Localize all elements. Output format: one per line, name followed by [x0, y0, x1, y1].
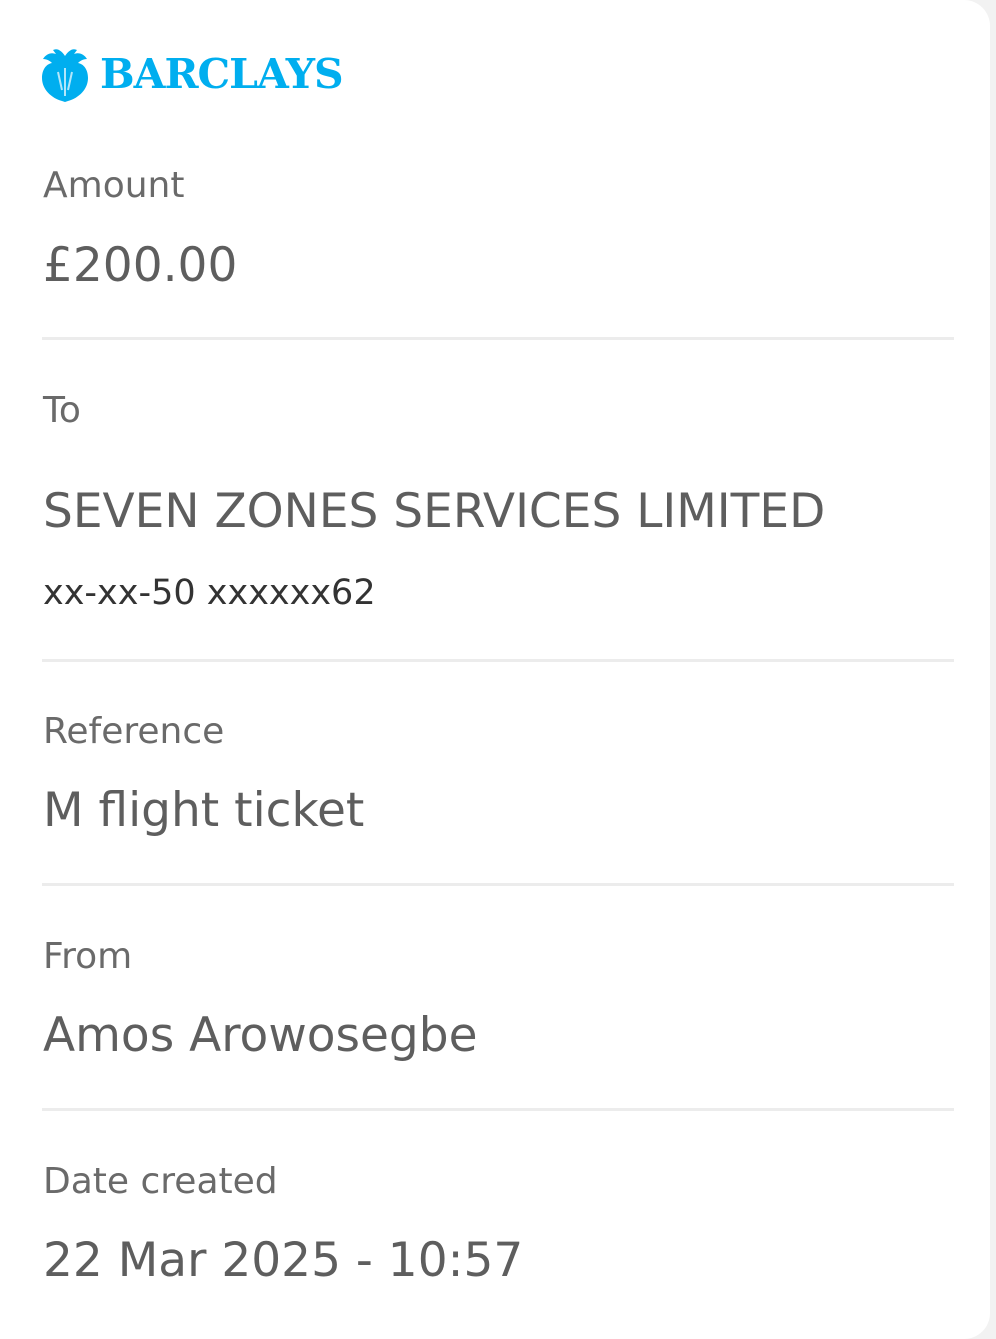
brand-name: BARCLAYS [100, 49, 344, 98]
divider [42, 659, 954, 662]
date-created-value: 22 Mar 2025 - 10:57 [43, 1233, 524, 1288]
divider [42, 1108, 954, 1111]
recipient-account: xx-xx-50 xxxxxx62 [43, 573, 376, 613]
eagle-icon [42, 49, 88, 102]
recipient-name: SEVEN ZONES SERVICES LIMITED [43, 484, 826, 539]
amount-label: Amount [43, 165, 185, 206]
barclays-logo: BARCLAYS [40, 46, 344, 102]
payment-details-card: BARCLAYS Amount £200.00 To SEVEN ZONES S… [0, 0, 990, 1339]
amount-value: £200.00 [43, 238, 238, 293]
date-created-label: Date created [43, 1161, 278, 1202]
sender-name: Amos Arowosegbe [43, 1008, 478, 1063]
reference-label: Reference [43, 711, 225, 752]
divider [42, 337, 954, 340]
reference-value: M flight ticket [43, 783, 365, 838]
divider [42, 883, 954, 886]
to-label: To [43, 390, 81, 431]
from-label: From [43, 936, 133, 977]
